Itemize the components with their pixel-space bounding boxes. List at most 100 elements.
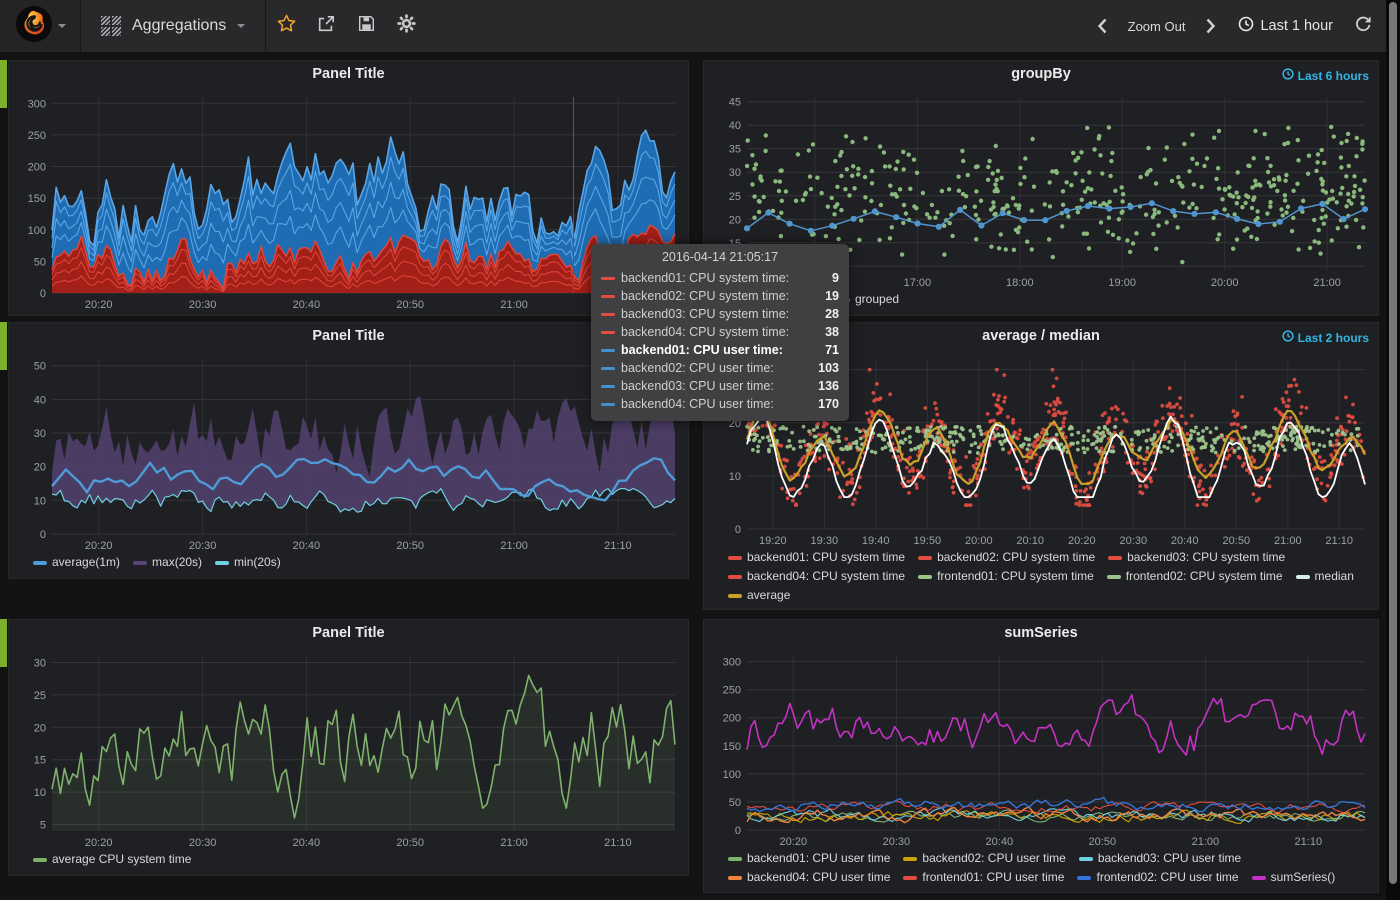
time-shift-forward-button[interactable] <box>1199 0 1223 52</box>
legend-label: max(20s) <box>152 554 202 571</box>
legend-item[interactable]: median <box>1296 568 1354 585</box>
svg-text:50: 50 <box>729 797 741 809</box>
tooltip-series-value: 136 <box>818 377 839 395</box>
svg-text:20:40: 20:40 <box>986 836 1014 848</box>
svg-text:5: 5 <box>40 820 46 832</box>
svg-text:50: 50 <box>34 361 46 373</box>
legend-item[interactable]: sumSeries() <box>1252 869 1336 886</box>
svg-text:21:00: 21:00 <box>1192 836 1220 848</box>
series-color-dash <box>33 561 47 565</box>
row-toggle-handle[interactable] <box>0 322 7 370</box>
panel-time-override-badge[interactable]: Last 6 hours <box>1282 68 1369 83</box>
series-color-dash <box>1296 575 1310 579</box>
legend-item[interactable]: backend01: CPU system time <box>728 549 905 566</box>
legend-item[interactable]: frontend01: CPU user time <box>903 869 1064 886</box>
legend-label: median <box>1315 568 1354 585</box>
legend-item[interactable]: backend03: CPU system time <box>1108 549 1285 566</box>
scrollbar-thumb[interactable] <box>1389 2 1397 884</box>
grafana-logo-menu[interactable] <box>0 0 80 52</box>
dashboard-picker[interactable]: Aggregations <box>81 0 265 52</box>
gear-icon <box>397 14 416 38</box>
svg-text:19:50: 19:50 <box>914 535 942 547</box>
legend-item[interactable]: backend03: CPU user time <box>1079 850 1241 867</box>
svg-text:30: 30 <box>34 428 46 440</box>
svg-text:20: 20 <box>729 214 741 226</box>
star-dashboard-button[interactable] <box>266 0 306 52</box>
save-dashboard-button[interactable] <box>346 0 386 52</box>
svg-text:21:10: 21:10 <box>1325 535 1353 547</box>
legend-item[interactable]: frontend02: CPU user time <box>1077 869 1238 886</box>
legend-label: min(20s) <box>234 554 281 571</box>
chart-canvas[interactable]: 0102030405020:2020:3020:4020:5021:0021:1… <box>14 349 685 554</box>
svg-text:30: 30 <box>729 167 741 179</box>
row-toggle-handle[interactable] <box>0 619 7 667</box>
row-toggle-handle[interactable] <box>0 60 7 108</box>
legend-item[interactable]: average <box>728 587 790 604</box>
legend-item[interactable]: backend01: CPU user time <box>728 850 890 867</box>
legend-label: frontend01: CPU system time <box>937 568 1094 585</box>
svg-text:30: 30 <box>34 658 46 670</box>
svg-text:20:40: 20:40 <box>293 540 321 552</box>
legend-item[interactable]: frontend02: CPU system time <box>1107 568 1283 585</box>
legend-label: backend03: CPU user time <box>1098 850 1241 867</box>
panel-title[interactable]: sumSeries <box>704 620 1378 646</box>
svg-text:21:00: 21:00 <box>500 837 528 849</box>
chart-canvas[interactable]: 05010015020025030020:2020:3020:4020:5021… <box>14 87 685 313</box>
series-color-dash <box>1108 556 1122 560</box>
panel-title[interactable]: Panel Title <box>9 323 688 349</box>
clock-icon <box>1282 330 1294 345</box>
svg-text:20:10: 20:10 <box>1016 535 1044 547</box>
panel-avg-max-min: Panel Title 0102030405020:2020:3020:4020… <box>8 322 689 579</box>
clock-icon <box>1282 68 1294 83</box>
svg-text:25: 25 <box>729 191 741 203</box>
panel-title[interactable]: groupBy <box>704 61 1378 87</box>
legend-item[interactable]: min(20s) <box>215 554 281 571</box>
tooltip-series-value: 28 <box>825 305 839 323</box>
legend-row: backend04: CPU system time frontend01: CP… <box>728 568 1378 585</box>
svg-text:45: 45 <box>729 97 741 109</box>
refresh-button[interactable] <box>1348 0 1378 52</box>
legend-item[interactable]: frontend01: CPU system time <box>918 568 1094 585</box>
legend-item[interactable]: backend04: CPU system time <box>728 568 905 585</box>
dashboard-settings-button[interactable] <box>386 0 426 52</box>
legend-item[interactable]: backend04: CPU user time <box>728 869 890 886</box>
svg-text:250: 250 <box>28 130 46 142</box>
chart-canvas[interactable]: 05010015020025030020:2020:3020:4020:5021… <box>709 646 1375 850</box>
panel-time-override-badge[interactable]: Last 2 hours <box>1282 330 1369 345</box>
time-range-picker[interactable]: Last 1 hour <box>1230 16 1341 37</box>
legend-item[interactable]: backend02: CPU user time <box>903 850 1065 867</box>
series-color-dash <box>601 295 615 298</box>
tooltip-timestamp: 2016-04-14 21:05:17 <box>601 250 839 269</box>
svg-text:40: 40 <box>34 394 46 406</box>
panel-title[interactable]: Panel Title <box>9 620 688 646</box>
legend-item[interactable]: max(20s) <box>133 554 202 571</box>
legend-label: frontend01: CPU user time <box>922 869 1064 886</box>
chart-canvas[interactable]: 5101520253020:2020:3020:4020:5021:0021:1… <box>14 646 685 851</box>
clock-icon <box>1238 16 1254 37</box>
svg-text:18:00: 18:00 <box>1006 277 1034 289</box>
tooltip-series-label: backend04: CPU user time: <box>621 395 774 413</box>
series-color-dash <box>903 876 917 880</box>
time-shift-back-button[interactable] <box>1090 0 1114 52</box>
svg-text:19:00: 19:00 <box>1108 277 1136 289</box>
panel-time-override-label: Last 2 hours <box>1298 331 1369 345</box>
zoom-out-button[interactable]: Zoom Out <box>1121 19 1193 34</box>
svg-text:200: 200 <box>28 162 46 174</box>
series-color-dash <box>903 857 917 861</box>
svg-text:0: 0 <box>40 529 46 541</box>
legend-item[interactable]: average(1m) <box>33 554 120 571</box>
svg-text:20:50: 20:50 <box>396 299 424 311</box>
svg-text:17:00: 17:00 <box>904 277 932 289</box>
svg-text:0: 0 <box>40 288 46 300</box>
tooltip-series-value: 71 <box>825 341 839 359</box>
svg-text:21:00: 21:00 <box>1313 277 1341 289</box>
tooltip-series-row: backend01: CPU system time:9 <box>601 269 839 287</box>
legend-item[interactable]: average CPU system time <box>33 851 191 868</box>
legend: average(1m) max(20s) min(20s) <box>9 554 688 571</box>
share-dashboard-button[interactable] <box>306 0 346 52</box>
panel-title[interactable]: Panel Title <box>9 61 688 87</box>
svg-text:20:30: 20:30 <box>883 836 911 848</box>
scrollbar-track[interactable] <box>1386 0 1400 900</box>
legend-item[interactable]: backend02: CPU system time <box>918 549 1095 566</box>
legend-label: frontend02: CPU system time <box>1126 568 1283 585</box>
